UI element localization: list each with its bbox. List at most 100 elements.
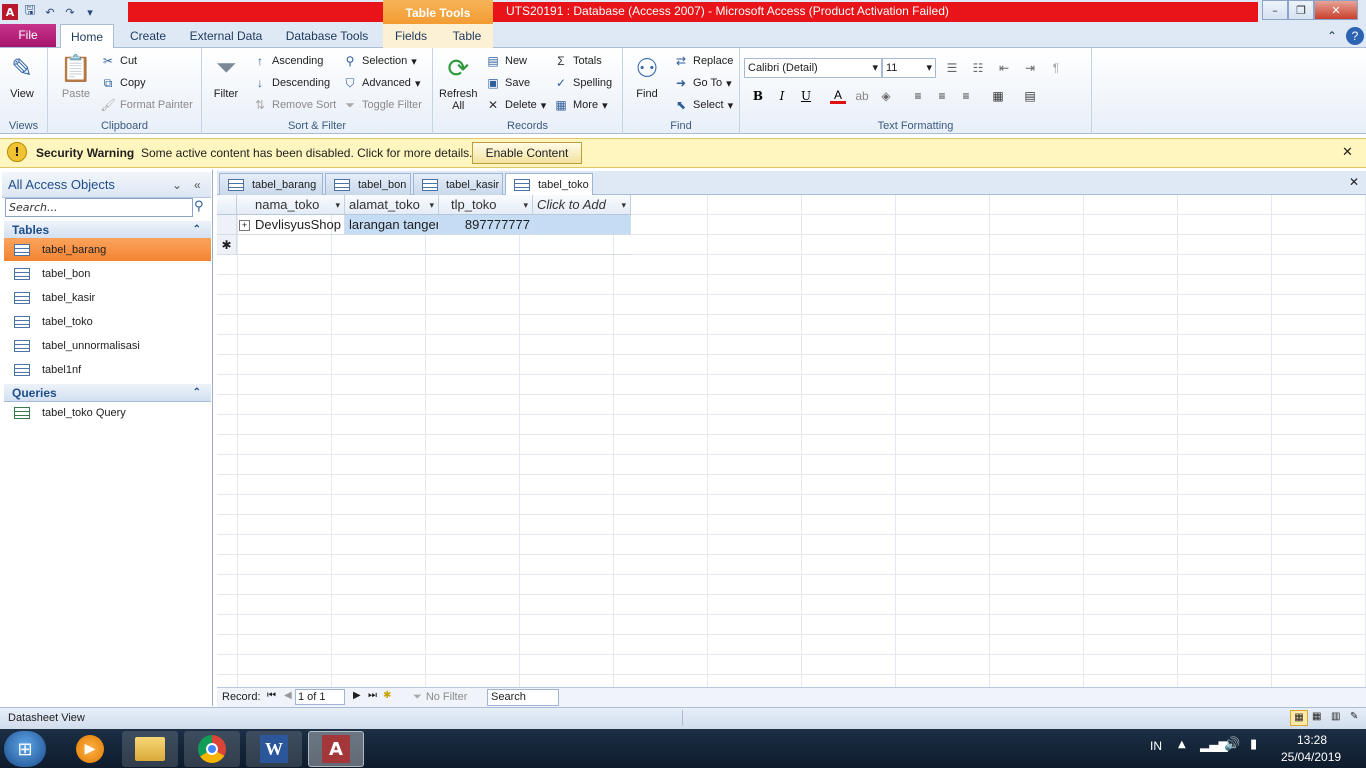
tab-home[interactable]: Home: [60, 24, 114, 49]
clock-date[interactable]: 25/04/2019: [1281, 750, 1341, 764]
column-header-alamat-toko[interactable]: alamat_toko ▾: [345, 195, 439, 215]
battery-icon[interactable]: ▮: [1250, 737, 1257, 752]
column-dropdown-icon[interactable]: ▾: [335, 195, 340, 215]
nav-item-tabel1nf[interactable]: tabel1nf: [4, 358, 211, 381]
no-filter-indicator[interactable]: ⏷ No Filter: [413, 691, 467, 704]
tab-database-tools[interactable]: Database Tools: [280, 24, 374, 48]
cell-alamat-toko[interactable]: larangan tangerang: [345, 215, 439, 235]
undo-icon[interactable]: ↶: [42, 4, 58, 20]
table-row[interactable]: + DevlisyusShop: [237, 215, 345, 235]
decrease-indent-icon[interactable]: ⇤: [996, 60, 1012, 76]
spelling-button[interactable]: ✓ Spelling: [553, 75, 612, 91]
design-view-icon[interactable]: ✎: [1350, 711, 1358, 722]
volume-icon[interactable]: 🔊: [1224, 737, 1240, 752]
tables-section-header[interactable]: Tables ⌃: [4, 221, 211, 239]
help-icon[interactable]: ?: [1346, 27, 1364, 45]
totals-button[interactable]: Σ Totals: [553, 53, 601, 69]
align-right-icon[interactable]: ≡: [958, 88, 974, 104]
column-dropdown-icon[interactable]: ▾: [621, 195, 626, 215]
redo-icon[interactable]: ↷: [62, 4, 78, 20]
media-player-taskbar-icon[interactable]: ▶: [62, 731, 118, 767]
cut-button[interactable]: ✂ Cut: [100, 53, 137, 69]
bold-icon[interactable]: B: [750, 88, 766, 104]
descending-button[interactable]: ↓ Descending: [252, 75, 330, 91]
customize-qat-icon[interactable]: ▾: [82, 4, 98, 20]
nav-header[interactable]: All Access Objects ⌄ «: [2, 172, 211, 198]
explorer-taskbar-icon[interactable]: [122, 731, 178, 767]
close-warning-icon[interactable]: ✕: [1342, 145, 1353, 160]
search-icon[interactable]: ⚲: [194, 199, 204, 214]
first-record-icon[interactable]: ⏮: [267, 690, 276, 701]
doc-tab-tabel-toko[interactable]: tabel_toko: [505, 173, 593, 196]
align-center-icon[interactable]: ≡: [934, 88, 950, 104]
align-left-icon[interactable]: ≡: [910, 88, 926, 104]
row-selector[interactable]: [217, 215, 237, 235]
previous-record-icon[interactable]: ◀: [284, 690, 292, 701]
queries-section-header[interactable]: Queries ⌃: [4, 384, 211, 402]
format-painter-button[interactable]: 🖌 Format Painter: [100, 97, 192, 113]
access-app-icon[interactable]: A: [2, 4, 18, 20]
highlight-icon[interactable]: ab: [854, 88, 870, 104]
close-document-icon[interactable]: ✕: [1349, 175, 1359, 189]
doc-tab-tabel-bon[interactable]: tabel_bon: [325, 173, 411, 195]
pivot-table-view-icon[interactable]: ▦: [1312, 711, 1321, 722]
new-record-nav-icon[interactable]: ✱: [383, 690, 391, 701]
gridlines-icon[interactable]: ▦: [990, 88, 1006, 104]
tab-table[interactable]: Table: [446, 24, 488, 48]
cell-tlp-toko[interactable]: 897777777: [439, 215, 533, 235]
font-name-select[interactable]: Calibri (Detail) ▾: [744, 58, 882, 78]
goto-button[interactable]: ➜ Go To ▾: [673, 75, 732, 91]
ascending-button[interactable]: ↑ Ascending: [252, 53, 323, 69]
access-taskbar-icon[interactable]: A: [308, 731, 364, 767]
last-record-icon[interactable]: ⏭: [368, 690, 377, 701]
start-button[interactable]: ⊞: [4, 731, 46, 767]
nav-item-tabel-toko-query[interactable]: tabel_toko Query: [4, 401, 211, 424]
column-header-tlp-toko[interactable]: tlp_toko ▾: [439, 195, 533, 215]
new-record-button[interactable]: ▤ New: [485, 53, 527, 69]
tab-file[interactable]: File: [0, 24, 56, 47]
font-color-icon[interactable]: A: [830, 88, 846, 104]
font-size-select[interactable]: 11 ▾: [882, 58, 936, 78]
cell-click-to-add[interactable]: [533, 215, 631, 235]
bullet-list-icon[interactable]: ☰: [944, 60, 960, 76]
paste-button[interactable]: 📋 Paste: [60, 52, 92, 101]
close-button[interactable]: ✕: [1314, 0, 1358, 20]
datasheet-view-icon[interactable]: ▦: [1290, 710, 1308, 726]
collapse-pane-icon[interactable]: «: [194, 172, 201, 198]
column-dropdown-icon[interactable]: ▾: [429, 195, 434, 215]
toggle-filter-button[interactable]: ⏷ Toggle Filter: [342, 97, 422, 113]
tab-external-data[interactable]: External Data: [184, 24, 268, 48]
underline-icon[interactable]: U: [798, 88, 814, 104]
column-header-click-to-add[interactable]: Click to Add ▾: [533, 195, 631, 215]
alternate-row-color-icon[interactable]: ▤: [1022, 88, 1038, 104]
column-header-nama-toko[interactable]: nama_toko ▾: [237, 195, 345, 215]
view-button[interactable]: ✎ View: [6, 52, 38, 101]
selection-button[interactable]: ⚲ Selection ▾: [342, 53, 417, 69]
select-button[interactable]: ⬉ Select ▾: [673, 97, 733, 113]
nav-search-input[interactable]: Search...: [5, 198, 193, 217]
filter-button[interactable]: ⏷ Filter: [210, 52, 242, 100]
refresh-all-button[interactable]: ⟳ Refresh All: [439, 52, 478, 113]
enable-content-button[interactable]: Enable Content: [472, 142, 582, 164]
numbered-list-icon[interactable]: ☷: [970, 60, 986, 76]
tab-fields[interactable]: Fields: [388, 24, 434, 48]
column-dropdown-icon[interactable]: ▾: [523, 195, 528, 215]
italic-icon[interactable]: I: [774, 88, 790, 104]
nav-menu-chevron-icon[interactable]: ⌄: [172, 172, 182, 198]
doc-tab-tabel-barang[interactable]: tabel_barang: [219, 173, 323, 195]
doc-tab-tabel-kasir[interactable]: tabel_kasir: [413, 173, 503, 195]
pivot-chart-view-icon[interactable]: ▥: [1331, 711, 1340, 722]
save-record-button[interactable]: ▣ Save: [485, 75, 530, 91]
nav-item-tabel-toko[interactable]: tabel_toko: [4, 310, 211, 333]
nav-item-tabel-bon[interactable]: tabel_bon: [4, 262, 211, 285]
cell-nama-toko[interactable]: DevlisyusShop: [255, 217, 341, 232]
delete-button[interactable]: ✕ Delete ▾: [485, 97, 546, 113]
security-warning-message[interactable]: Some active content has been disabled. C…: [141, 146, 473, 160]
advanced-button[interactable]: ⛉ Advanced ▾: [342, 75, 420, 91]
next-record-icon[interactable]: ▶: [353, 690, 361, 701]
record-search-input[interactable]: Search: [487, 689, 559, 706]
nav-item-tabel-unnormalisasi[interactable]: tabel_unnormalisasi: [4, 334, 211, 357]
chrome-taskbar-icon[interactable]: [184, 731, 240, 767]
more-button[interactable]: ▦ More ▾: [553, 97, 607, 113]
remove-sort-button[interactable]: ⇅ Remove Sort: [252, 97, 336, 113]
